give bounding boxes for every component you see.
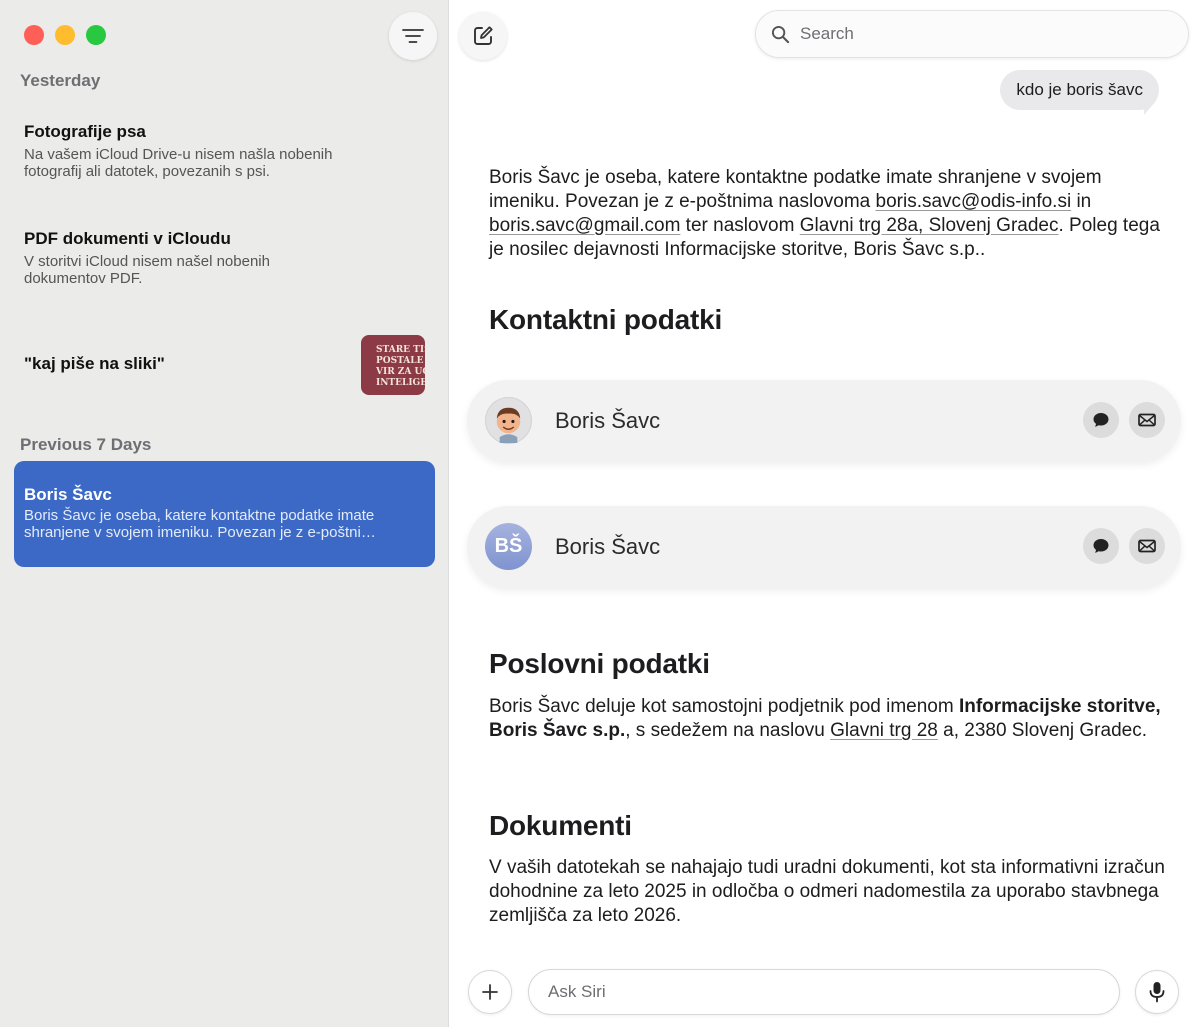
conversation-preview: Na vašem iCloud Drive-u nisem našla nobe… — [24, 146, 333, 180]
envelope-icon — [1138, 413, 1156, 427]
business-heading: Poslovni podatki — [489, 648, 710, 679]
message-contact-button[interactable] — [1083, 402, 1119, 438]
conversation-title: PDF dokumenti v iCloudu — [24, 229, 231, 248]
window-controls — [24, 25, 106, 45]
email-link-2[interactable]: boris.savc@gmail.com — [489, 215, 680, 236]
section-header-previous-7-days: Previous 7 Days — [20, 435, 152, 454]
filter-button[interactable] — [389, 12, 437, 60]
documents-paragraph: V vaših datotekah se nahajajo tudi uradn… — [489, 857, 1165, 926]
conversation-preview: V storitvi iCloud nisem našel nobenih do… — [24, 253, 270, 287]
message-bubble-icon — [1093, 413, 1109, 427]
section-header-yesterday: Yesterday — [20, 71, 101, 90]
answer-intro: Boris Šavc je oseba, katere kontaktne po… — [489, 167, 1160, 260]
contacts-heading: Kontaktni podatki — [489, 304, 723, 335]
conversation-item-boris-savc[interactable]: Boris Šavc Boris Šavc je oseba, katere k… — [14, 461, 435, 567]
user-message-bubble: kdo je boris šavc — [1000, 70, 1159, 110]
close-window-button[interactable] — [24, 25, 44, 45]
main-panel: Search kdo je boris šavc Boris Šavc je o… — [449, 0, 1200, 1027]
microphone-button[interactable] — [1135, 970, 1179, 1014]
business-address-link[interactable]: Glavni trg 28 — [830, 720, 938, 741]
contact-name: Boris Šavc — [555, 534, 661, 559]
search-icon — [770, 24, 790, 44]
bubble-tail — [1144, 101, 1156, 115]
contact-name: Boris Šavc — [555, 408, 661, 433]
search-placeholder: Search — [800, 24, 854, 43]
email-link-1[interactable]: boris.savc@odis-info.si — [876, 191, 1072, 212]
initials-avatar: BŠ — [485, 523, 532, 570]
memoji-avatar — [485, 397, 532, 444]
documents-heading: Dokumenti — [489, 810, 632, 841]
contact-card[interactable]: BŠ Boris Šavc — [467, 506, 1181, 588]
conversation-item-fotografije-psa[interactable]: Fotografije psa Na vašem iCloud Drive-u … — [14, 112, 435, 190]
email-contact-button[interactable] — [1129, 528, 1165, 564]
ask-siri-input[interactable] — [528, 969, 1120, 1015]
envelope-icon — [1138, 539, 1156, 553]
compose-icon — [474, 26, 493, 45]
plus-icon — [482, 984, 498, 1000]
message-bubble-icon — [1093, 539, 1109, 553]
search-field[interactable]: Search — [755, 10, 1189, 58]
conversation-title: Fotografije psa — [24, 122, 146, 141]
email-contact-button[interactable] — [1129, 402, 1165, 438]
business-paragraph: Boris Šavc deluje kot samostojni podjetn… — [489, 696, 1161, 741]
maximize-window-button[interactable] — [86, 25, 106, 45]
contact-card[interactable]: Boris Šavc — [467, 380, 1181, 462]
image-thumbnail[interactable]: STARE TIS POSTALE VIR ZA UČ INTELIGE — [361, 335, 425, 395]
conversation-title: Boris Šavc — [24, 485, 112, 504]
conversation-preview: Boris Šavc je oseba, katere kontaktne po… — [24, 507, 376, 541]
message-contact-button[interactable] — [1083, 528, 1119, 564]
add-attachment-button[interactable] — [468, 970, 512, 1014]
conversation-item-pdf-dokumenti[interactable]: PDF dokumenti v iCloudu V storitvi iClou… — [14, 219, 435, 297]
microphone-icon — [1149, 982, 1165, 1003]
sidebar: Yesterday Fotografije psa Na vašem iClou… — [0, 0, 449, 1027]
new-chat-button[interactable] — [459, 12, 507, 60]
filter-icon — [402, 29, 424, 43]
address-link[interactable]: Glavni trg 28a, Slovenj Gradec — [800, 215, 1059, 236]
minimize-window-button[interactable] — [55, 25, 75, 45]
